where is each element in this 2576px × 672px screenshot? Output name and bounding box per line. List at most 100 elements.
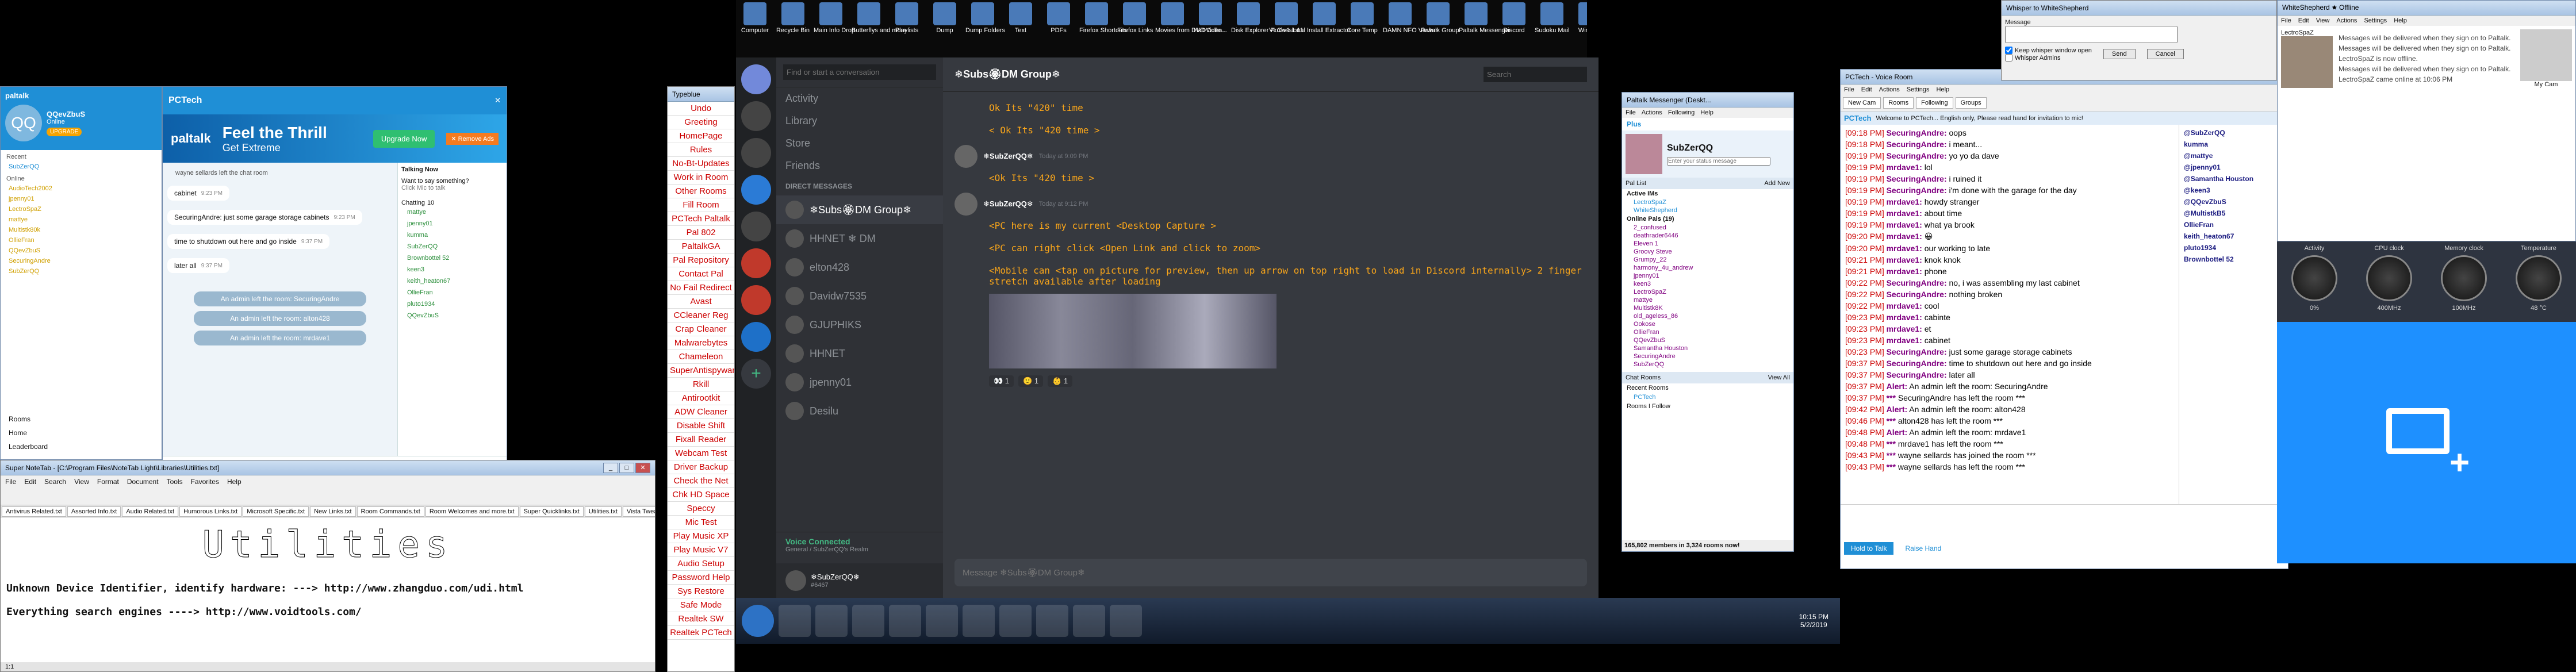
voice-user[interactable]: Brownbottel 52 xyxy=(2182,254,2286,265)
taskbar-app[interactable] xyxy=(963,605,995,637)
server-icon[interactable] xyxy=(741,248,771,278)
utility-link[interactable]: Antirootkit xyxy=(668,391,734,405)
pal-item[interactable]: QQevZbuS xyxy=(1622,336,1793,344)
recent-user[interactable]: SubZerQQ xyxy=(1,162,162,172)
nav-item[interactable]: Home xyxy=(1,426,162,440)
room-user[interactable]: mattye xyxy=(401,206,503,218)
taskbar-app[interactable] xyxy=(1110,605,1142,637)
discord-home-icon[interactable] xyxy=(741,64,771,94)
desktop-icon[interactable]: Computer xyxy=(738,2,772,34)
room-close-icon[interactable]: ✕ xyxy=(494,96,501,105)
close-button[interactable]: ✕ xyxy=(635,462,650,473)
room-user[interactable]: Brownbottel 52 xyxy=(401,252,503,264)
desktop-icon[interactable]: Butterflys and more xyxy=(852,2,906,34)
online-user[interactable]: mattye xyxy=(1,214,162,225)
menu-item[interactable]: Edit xyxy=(2298,17,2309,24)
voice-user[interactable]: @Samantha Houston xyxy=(2182,173,2286,185)
pal-item[interactable]: jpenny01 xyxy=(1622,272,1793,280)
desktop-icon[interactable]: Firefox Shortcuts xyxy=(1079,2,1127,34)
desktop-icon[interactable]: PDFs xyxy=(1041,2,1076,34)
desktop-icon[interactable]: Disk Explorer Professional xyxy=(1231,2,1305,34)
dm-search-input[interactable] xyxy=(783,64,936,80)
status-message-input[interactable] xyxy=(1667,156,1770,166)
message-avatar[interactable] xyxy=(954,193,977,216)
utility-link[interactable]: HomePage xyxy=(668,129,734,143)
utility-link[interactable]: No Fail Redirect xyxy=(668,281,734,295)
pal-item[interactable]: Samantha Houston xyxy=(1622,344,1793,352)
menu-item[interactable]: Tools xyxy=(167,478,183,486)
ad-banner[interactable]: paltalk Feel the Thrill Get Extreme Upgra… xyxy=(163,114,507,163)
voice-user[interactable]: @QQevZbuS xyxy=(2182,196,2286,208)
whisper-input[interactable] xyxy=(2005,26,2178,43)
add-server-icon[interactable]: + xyxy=(741,359,771,389)
menu-item[interactable]: Actions xyxy=(1879,86,1900,93)
menu-item[interactable]: Edit xyxy=(1861,86,1872,93)
menu-item[interactable]: Search xyxy=(44,478,66,486)
recent-room-item[interactable]: PCTech xyxy=(1622,393,1793,402)
voice-tab[interactable]: Following xyxy=(1916,97,1953,109)
room-user[interactable]: keen3 xyxy=(401,264,503,275)
desktop-icon[interactable]: Dump Folders xyxy=(965,2,1005,34)
menu-item[interactable]: Help xyxy=(1700,109,1713,116)
room-user[interactable]: OllieFran xyxy=(401,287,503,298)
online-user[interactable]: AudioTech2002 xyxy=(1,183,162,194)
desktop-icon[interactable]: DAMN NFO Viewer xyxy=(1383,2,1438,34)
upgrade-badge[interactable]: UPGRADE xyxy=(47,128,82,136)
utility-link[interactable]: Speccy xyxy=(668,502,734,516)
nav-item[interactable]: Friends xyxy=(776,155,943,177)
menu-item[interactable]: Help xyxy=(2394,17,2407,24)
user-status[interactable]: Online xyxy=(47,118,85,125)
avatar[interactable]: QQ xyxy=(5,105,42,141)
upgrade-now-button[interactable]: Upgrade Now xyxy=(373,129,435,148)
voice-tab[interactable]: Groups xyxy=(1955,97,1987,109)
discord-search-input[interactable] xyxy=(1483,67,1587,82)
menu-item[interactable]: Edit xyxy=(24,478,36,486)
pal-item[interactable]: mattye xyxy=(1622,296,1793,304)
utility-link[interactable]: Fill Room xyxy=(668,198,734,212)
taskbar-app[interactable] xyxy=(889,605,921,637)
utility-link[interactable]: Other Rooms xyxy=(668,185,734,198)
voice-user[interactable]: keith_heaton67 xyxy=(2182,231,2286,242)
recent-rooms[interactable]: Recent Rooms xyxy=(1622,383,1793,393)
menu-item[interactable]: Settings xyxy=(1907,86,1930,93)
utility-link[interactable]: Work in Room xyxy=(668,171,734,185)
room-user[interactable]: SubZerQQ xyxy=(401,241,503,252)
active-im-item[interactable]: LectroSpaZ xyxy=(1622,198,1793,206)
server-icon[interactable] xyxy=(741,101,771,131)
doc-tab[interactable]: Room Welcomes and more.txt xyxy=(425,506,519,517)
keep-open-checkbox[interactable] xyxy=(2005,47,2012,54)
start-button[interactable] xyxy=(742,605,774,637)
dm-item[interactable]: elton428 xyxy=(776,253,943,282)
cam-placeholder[interactable]: + xyxy=(2277,322,2576,563)
utility-link[interactable]: Rules xyxy=(668,143,734,157)
menu-item[interactable]: Favorites xyxy=(191,478,219,486)
utility-link[interactable]: Webcam Test xyxy=(668,447,734,460)
nav-item[interactable]: Rooms xyxy=(1,412,162,426)
hold-to-talk-button[interactable]: Hold to Talk xyxy=(1844,542,1894,555)
menu-item[interactable]: View xyxy=(74,478,89,486)
server-icon[interactable] xyxy=(741,285,771,315)
menu-item[interactable]: File xyxy=(5,478,16,486)
desktop-icon[interactable]: Discord xyxy=(1497,2,1531,34)
utility-link[interactable]: Sys Restore xyxy=(668,585,734,598)
taskbar-app[interactable] xyxy=(999,605,1032,637)
desktop-icon[interactable]: Main Info Drop xyxy=(814,2,855,34)
voice-user[interactable]: @keen3 xyxy=(2182,185,2286,196)
pal-item[interactable]: old_ageless_86 xyxy=(1622,312,1793,320)
pal-item[interactable]: Grumpy_22 xyxy=(1622,256,1793,264)
desktop-capture-image[interactable] xyxy=(989,294,1276,368)
utility-link[interactable]: Password Help xyxy=(668,571,734,585)
discord-message-input[interactable] xyxy=(963,567,1579,578)
voice-input-area[interactable] xyxy=(1841,504,2288,539)
message-author[interactable]: ❄SubZerQQ❄ xyxy=(983,199,1033,209)
utility-link[interactable]: PCTech Paltalk xyxy=(668,212,734,226)
utility-link[interactable]: Driver Backup xyxy=(668,460,734,474)
nav-item[interactable]: Activity xyxy=(776,87,943,110)
doc-tab[interactable]: Utilities.txt xyxy=(584,506,622,517)
utility-link[interactable]: Malwarebytes xyxy=(668,336,734,350)
doc-tab[interactable]: Assorted Info.txt xyxy=(67,506,121,517)
utility-link[interactable]: Pal 802 xyxy=(668,226,734,240)
room-user[interactable]: kumma xyxy=(401,229,503,241)
menu-item[interactable]: Format xyxy=(97,478,119,486)
taskbar-app[interactable] xyxy=(1036,605,1068,637)
